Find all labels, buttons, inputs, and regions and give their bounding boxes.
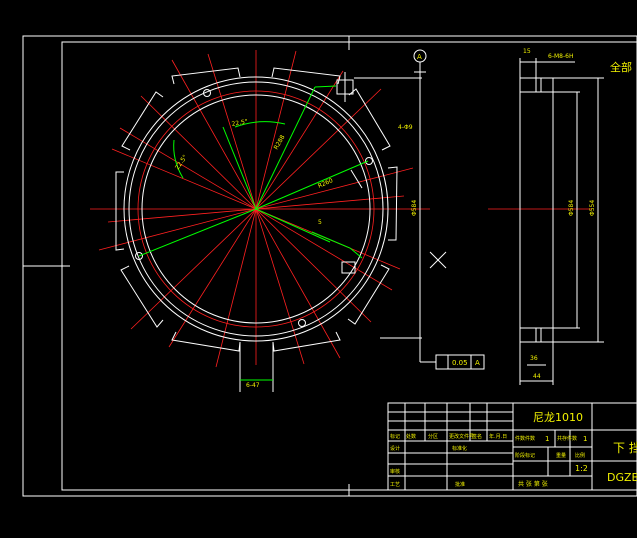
scale-value: 1:2 <box>575 464 588 473</box>
dim-top-right: 6-M8-6H <box>548 53 573 60</box>
arc-angle-2: 22.5° <box>174 154 189 171</box>
row4-c2: 批准 <box>455 481 465 488</box>
qty-2: 1 <box>583 435 587 443</box>
count-label-2: 共存件数 <box>557 435 577 442</box>
ring-lugs <box>115 67 398 392</box>
drawing-number: DGZB-0 <box>607 471 637 484</box>
radius-2: R260 <box>317 177 334 190</box>
row3-c1: 审核 <box>390 468 400 475</box>
stage-header: 阶段标记 <box>515 452 535 459</box>
ring-front-view <box>90 50 447 392</box>
row2-c1: 设计 <box>390 445 400 452</box>
qty-1: 1 <box>545 435 549 443</box>
arc-angle-1: 22.5° <box>231 118 248 128</box>
dim-36: 36 <box>530 355 538 362</box>
tolerance-value: 0.05 <box>452 359 468 367</box>
part-name: 下 挡 <box>613 441 637 455</box>
drawing-border <box>22 35 637 497</box>
cad-drawing: A 0.05 A 22.5° 22.5° 4-Φ9 R288 R260 6-47… <box>22 35 637 497</box>
dim-44: 44 <box>533 373 541 380</box>
row1-c1: 标记 <box>390 433 400 440</box>
slot-width: 6-47 <box>246 382 260 389</box>
center-lines <box>90 50 430 368</box>
tolerance-datum: A <box>475 359 480 367</box>
row1-c3: 分区 <box>428 433 438 440</box>
row1-c2: 处数 <box>406 433 416 440</box>
row1-c5: 签名 <box>472 433 482 440</box>
count-label-1: 件数件数 <box>515 435 535 442</box>
material: 尼龙1010 <box>533 411 583 424</box>
title-block <box>387 402 637 491</box>
scale-header: 比例 <box>575 452 585 459</box>
left-vertical-dim: Φ584 <box>411 200 418 216</box>
dim-diameter-left: Φ584 <box>568 200 575 216</box>
weight-header: 重量 <box>556 452 566 459</box>
row1-c4: 更改文件号 <box>449 433 474 440</box>
small-dim: 5 <box>318 219 322 226</box>
row4-c1: 工艺 <box>390 482 400 488</box>
ring-side-view <box>488 58 604 385</box>
surface-note: 全部 <box>610 60 632 74</box>
row1-c6: 年.月.日 <box>489 433 507 440</box>
dim-diameter-right: Φ554 <box>589 200 596 216</box>
row2-c2: 标准化 <box>452 445 467 452</box>
datum-a-label: A <box>417 53 422 61</box>
dim-15: 15 <box>523 48 531 55</box>
sheet-label: 共 张 第 张 <box>518 480 548 488</box>
hole-label: 4-Φ9 <box>398 124 413 131</box>
